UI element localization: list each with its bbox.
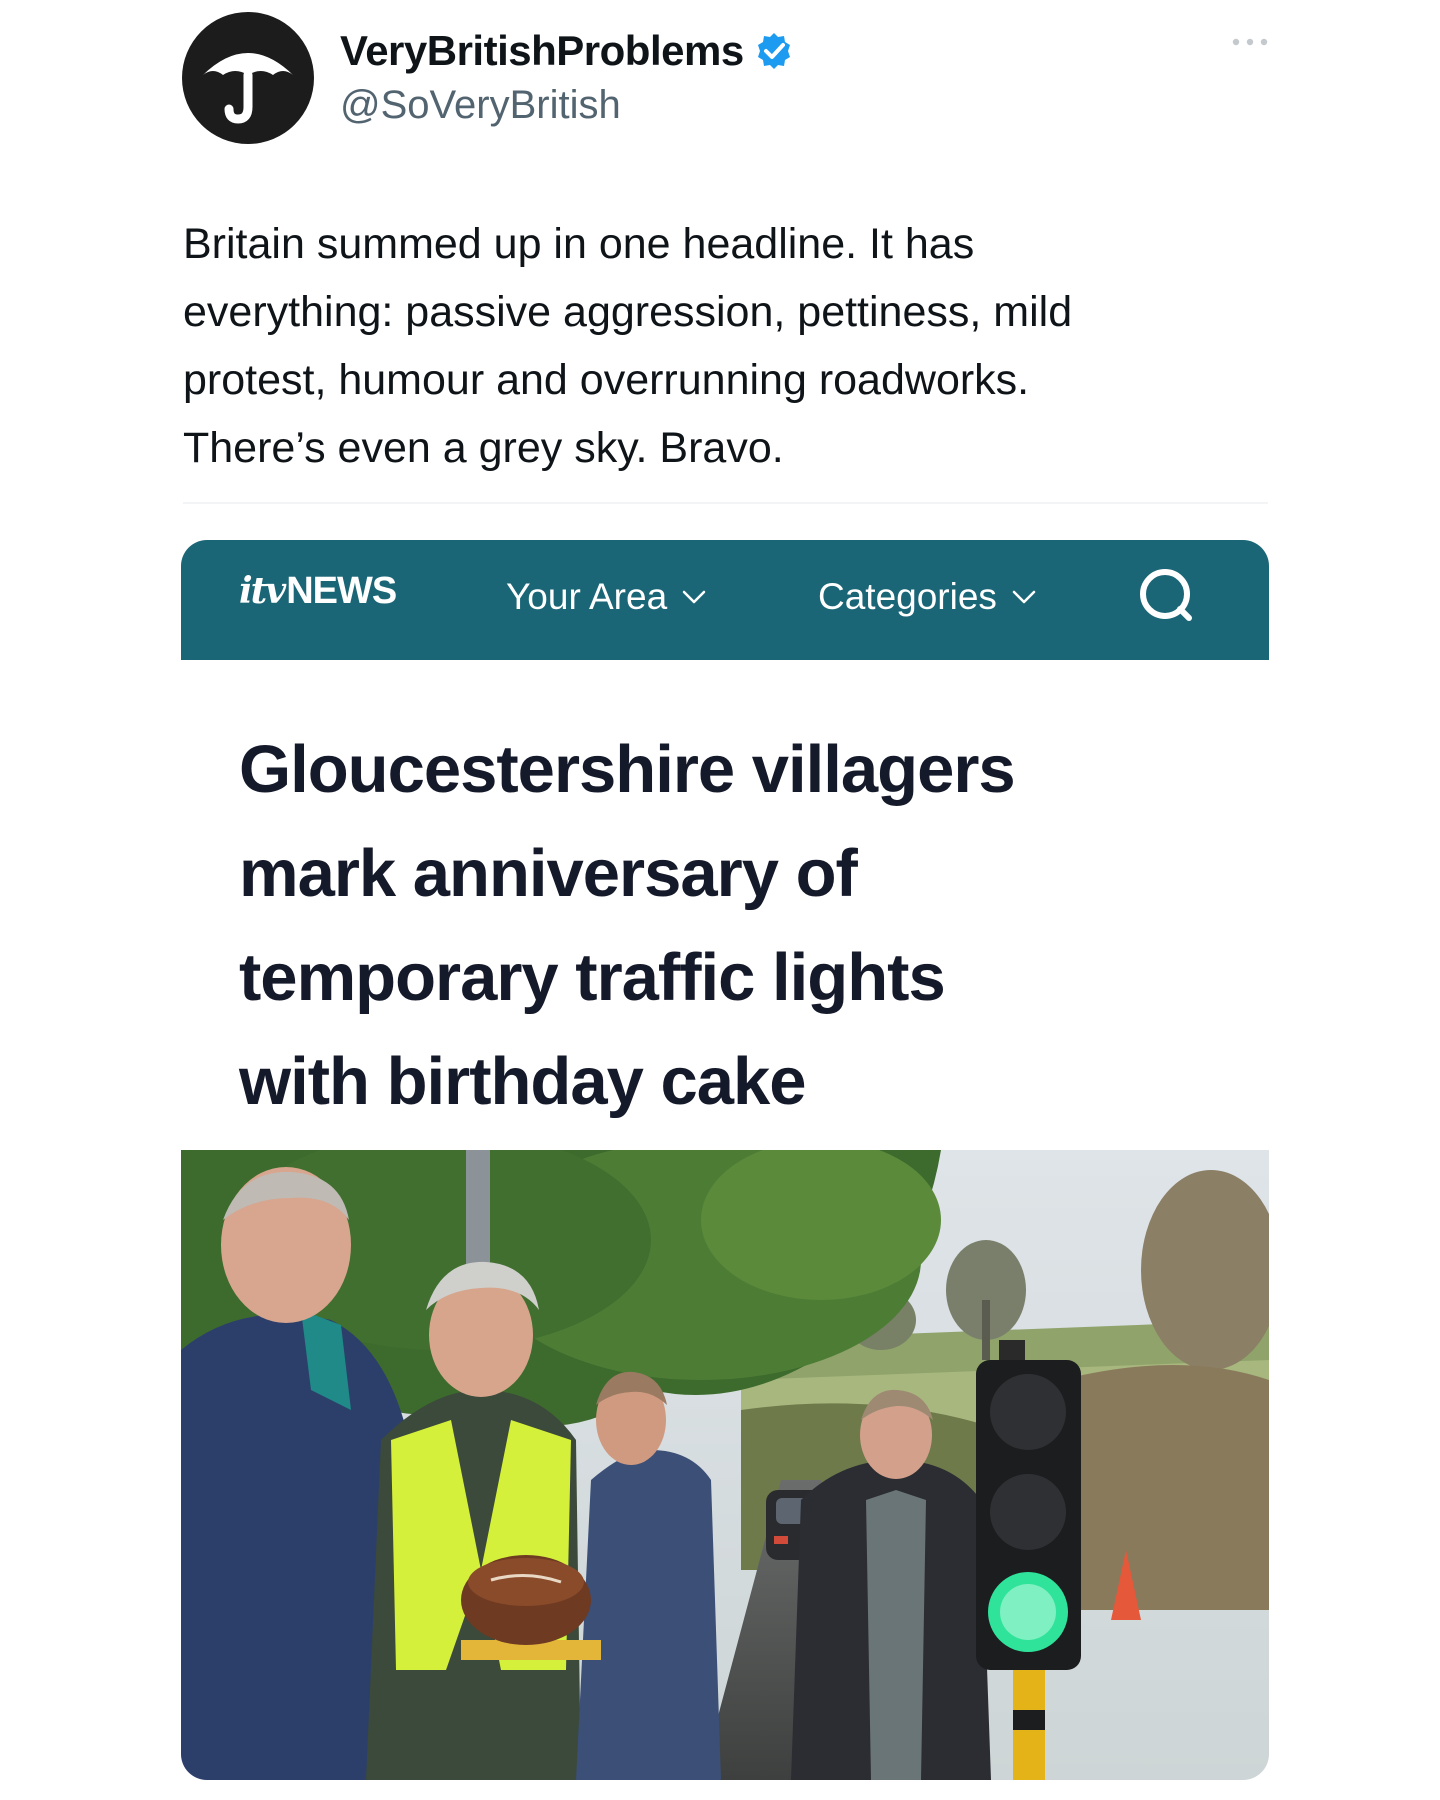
- tweet-header: VeryBritishProblems @SoVeryBritish: [182, 10, 1272, 145]
- tweet-text-line: everything: passive aggression, pettines…: [183, 288, 1073, 336]
- tweet-screenshot: VeryBritishProblems @SoVeryBritish Brita…: [0, 0, 1440, 1800]
- headline-line: temporary traffic lights: [239, 940, 946, 1015]
- display-name-row: VeryBritishProblems: [340, 27, 794, 75]
- divider: [183, 502, 1268, 504]
- news-card[interactable]: itv NEWS Your Area Categories Gloucester…: [181, 540, 1269, 1780]
- itv-news-logo[interactable]: itv NEWS: [239, 570, 397, 613]
- avatar[interactable]: [182, 11, 314, 144]
- article-headline[interactable]: Gloucestershire villagers mark anniversa…: [239, 718, 1239, 1134]
- headline-line: with birthday cake: [239, 1044, 807, 1119]
- headline-line: Gloucestershire villagers: [239, 732, 1016, 807]
- nav-your-area[interactable]: Your Area: [506, 576, 707, 618]
- user-block: VeryBritishProblems @SoVeryBritish: [340, 27, 794, 128]
- display-name[interactable]: VeryBritishProblems: [340, 27, 744, 75]
- headline-line: mark anniversary of: [239, 836, 858, 911]
- itv-logo-mark: itv: [239, 570, 286, 612]
- itv-logo-text: NEWS: [286, 570, 397, 612]
- chevron-down-icon: [1012, 590, 1036, 604]
- nav-categories[interactable]: Categories: [818, 576, 1037, 618]
- chevron-down-icon: [682, 590, 706, 604]
- nav-your-area-label: Your Area: [506, 576, 668, 617]
- nav-categories-label: Categories: [818, 576, 997, 617]
- tweet-text-line: Britain summed up in one headline. It ha…: [183, 220, 975, 268]
- tweet-text: Britain summed up in one headline. It ha…: [183, 210, 1263, 482]
- search-icon[interactable]: [1135, 564, 1199, 628]
- handle[interactable]: @SoVeryBritish: [340, 83, 794, 128]
- more-options-icon[interactable]: [1228, 32, 1272, 52]
- verified-badge-icon: [757, 33, 790, 69]
- itv-nav-bar: itv NEWS Your Area Categories: [181, 540, 1269, 660]
- umbrella-icon: [203, 52, 293, 124]
- tweet-text-line: There’s even a grey sky. Bravo.: [183, 424, 784, 472]
- news-photo[interactable]: [181, 1150, 1269, 1780]
- tweet-text-line: protest, humour and overrunning roadwork…: [183, 356, 1030, 404]
- photo-illustration: [181, 1150, 1269, 1780]
